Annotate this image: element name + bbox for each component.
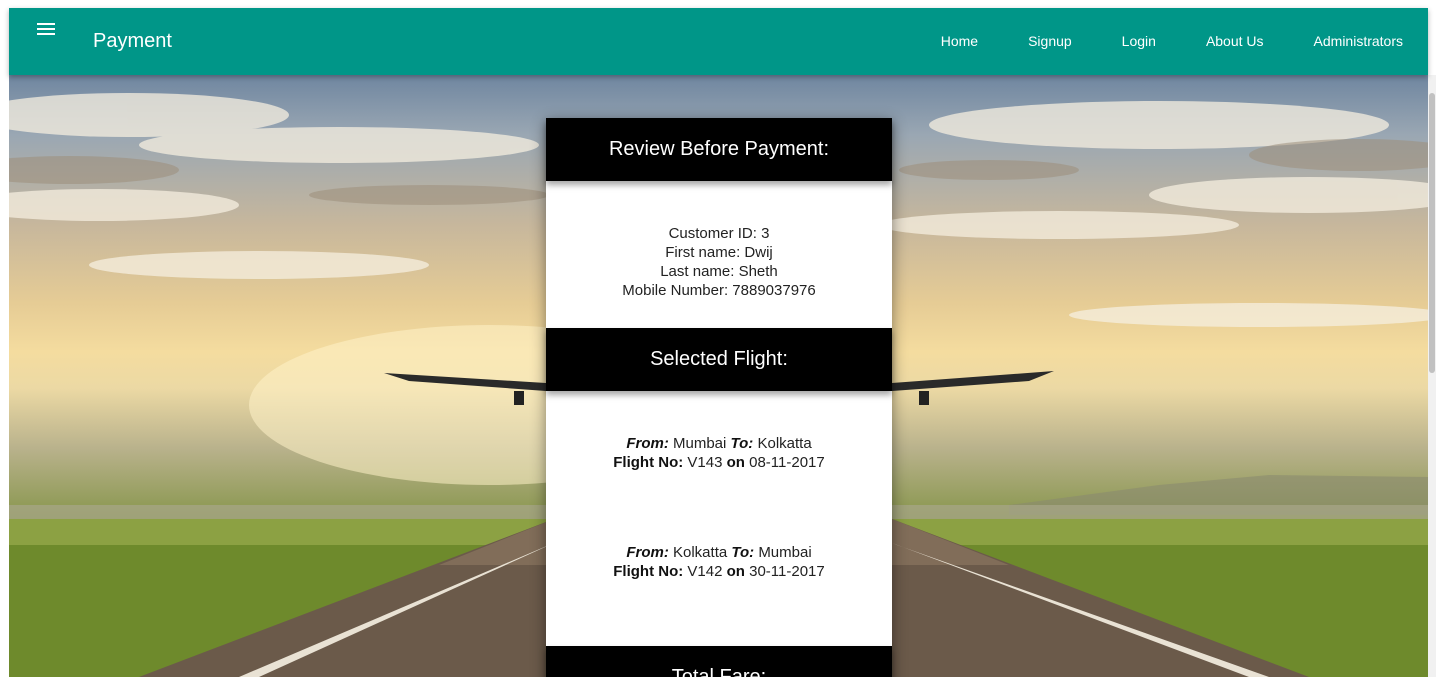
to-label: To: — [730, 435, 754, 452]
flight-number: V143 — [687, 454, 723, 471]
to-label: To: — [731, 544, 755, 561]
customer-first-name: First name: Dwij — [665, 244, 773, 261]
flight-to: Kolkatta — [757, 435, 812, 452]
customer-mobile: Mobile Number: 7889037976 — [622, 282, 816, 299]
flight-no-label: Flight No: — [613, 454, 684, 471]
flight-number-line: Flight No: V142 on 30-11-2017 — [546, 562, 892, 581]
page-edge — [0, 0, 9, 677]
nav-links: Home Signup Login About Us Administrator… — [916, 8, 1428, 75]
nav-link-home[interactable]: Home — [916, 8, 1003, 75]
from-label: From: — [626, 544, 669, 561]
scrollbar-thumb[interactable] — [1429, 93, 1435, 373]
page-scrollbar[interactable] — [1428, 75, 1436, 677]
customer-id: Customer ID: 3 — [668, 225, 770, 242]
hamburger-menu-icon[interactable] — [37, 23, 55, 37]
flight-number: V142 — [687, 563, 723, 580]
customer-last-name: Last name: Sheth — [660, 263, 778, 280]
flight-list: From: Mumbai To: Kolkatta Flight No: V14… — [546, 391, 892, 646]
flight-route: From: Kolkatta To: Mumbai — [546, 543, 892, 562]
payment-review-card: Review Before Payment: Customer ID: 3 Fi… — [546, 118, 892, 677]
flight-from: Mumbai — [673, 435, 727, 452]
nav-link-administrators[interactable]: Administrators — [1289, 8, 1428, 75]
flight-to: Mumbai — [758, 544, 812, 561]
nav-link-signup[interactable]: Signup — [1003, 8, 1097, 75]
on-label: on — [726, 563, 745, 580]
flight-from: Kolkatta — [673, 544, 728, 561]
from-label: From: — [626, 435, 669, 452]
top-navbar: Payment Home Signup Login About Us Admin… — [9, 8, 1428, 75]
flight-date: 08-11-2017 — [749, 454, 825, 471]
flight-item-outbound: From: Mumbai To: Kolkatta Flight No: V14… — [546, 391, 892, 499]
on-label: on — [726, 454, 745, 471]
review-header: Review Before Payment: — [546, 118, 892, 181]
selected-flight-header: Selected Flight: — [546, 328, 892, 391]
total-fare-header: Total Fare: — [546, 646, 892, 677]
flight-route: From: Mumbai To: Kolkatta — [546, 434, 892, 453]
page-title: Payment — [93, 30, 172, 52]
flight-number-line: Flight No: V143 on 08-11-2017 — [546, 453, 892, 472]
flight-date: 30-11-2017 — [749, 563, 825, 580]
flight-no-label: Flight No: — [613, 563, 684, 580]
nav-link-login[interactable]: Login — [1097, 8, 1181, 75]
flight-item-return: From: Kolkatta To: Mumbai Flight No: V14… — [546, 499, 892, 646]
customer-info: Customer ID: 3 First name: Dwij Last nam… — [546, 181, 892, 328]
nav-link-about-us[interactable]: About Us — [1181, 8, 1289, 75]
